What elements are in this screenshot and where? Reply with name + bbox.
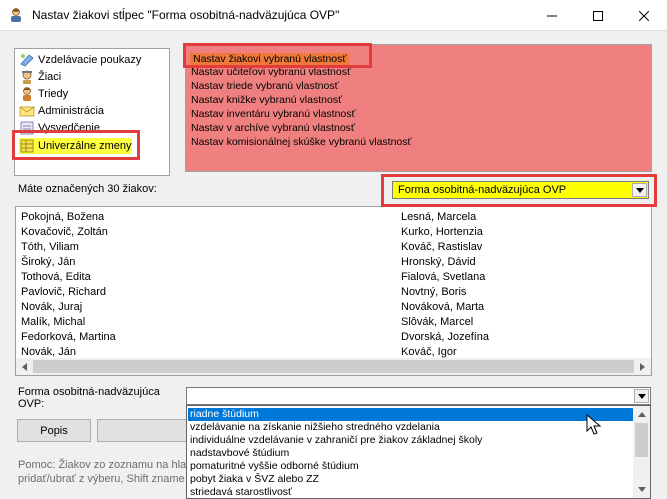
classes-icon	[19, 86, 35, 102]
chevron-up-icon	[637, 412, 646, 417]
scroll-down-button[interactable]	[633, 481, 650, 498]
action-item-class[interactable]: Nastav triede vybranú vlastnosť	[191, 80, 339, 93]
list-item[interactable]: Tóth, Viliam	[21, 240, 79, 255]
horizontal-scrollbar[interactable]	[16, 358, 651, 375]
actions-list: Nastav žiakovi vybranú vlastnosť Nastav …	[185, 44, 652, 172]
scroll-left-button[interactable]	[16, 358, 33, 375]
minimize-icon	[547, 15, 557, 16]
list-item[interactable]: Dvorská, Jozefína	[401, 330, 489, 345]
list-item[interactable]: Novtný, Boris	[401, 285, 466, 300]
field-select[interactable]: Forma osobitná-nadväzujúca OVP	[392, 181, 649, 199]
chevron-right-icon	[640, 362, 645, 371]
envelope-icon	[19, 103, 35, 119]
window-title: Nastav žiakovi stĺpec "Forma osobitná-na…	[32, 8, 340, 22]
describe-button[interactable]: Popis	[17, 419, 91, 442]
list-item[interactable]: Lesná, Marcela	[401, 210, 476, 225]
list-item[interactable]: Fedorková, Martina	[21, 330, 116, 345]
ovp-dropdown-button[interactable]	[634, 389, 649, 403]
nav-item-classes[interactable]: Triedy	[19, 86, 68, 102]
ovp-options-list: riadne štúdium vzdelávanie na získanie n…	[186, 405, 651, 499]
title-bar: Nastav žiakovi stĺpec "Forma osobitná-na…	[0, 0, 667, 31]
list-item[interactable]: Fialová, Svetlana	[401, 270, 485, 285]
ovp-option[interactable]: nadstavbové štúdium	[188, 447, 289, 460]
nav-item-label: Univerzálne zmeny	[38, 140, 132, 152]
nav-item-vouchers[interactable]: Vzdelávacie poukazy	[19, 52, 141, 68]
maximize-button[interactable]	[575, 0, 621, 31]
list-item[interactable]: Kováč, Rastislav	[401, 240, 482, 255]
nav-item-label: Žiaci	[38, 71, 62, 83]
chevron-left-icon	[22, 362, 27, 371]
list-item[interactable]: Hronský, Dávid	[401, 255, 476, 270]
chevron-down-icon	[637, 393, 646, 399]
help-line-1: Pomoc: Žiakov zo zoznamu na hla	[18, 459, 187, 471]
list-item[interactable]: Kurko, Hortenzia	[401, 225, 483, 240]
universal-changes-icon	[19, 138, 35, 154]
selected-count-label: Máte označených 30 žiakov:	[18, 183, 157, 195]
nav-item-label: Vysvedčenie	[38, 122, 100, 134]
ovp-option[interactable]: individuálne vzdelávanie v zahraničí pre…	[188, 434, 482, 447]
list-item[interactable]: Slôvák, Marcel	[401, 315, 473, 330]
secondary-button[interactable]	[97, 419, 197, 442]
ovp-option[interactable]: riadne štúdium	[188, 408, 634, 421]
scrollbar-thumb[interactable]	[33, 360, 634, 373]
list-item[interactable]: Pavlovič, Richard	[21, 285, 106, 300]
nav-item-administration[interactable]: Administrácia	[19, 103, 104, 119]
help-line-2: pridať/ubrať z výberu, Shift zname	[18, 473, 185, 485]
voucher-icon	[19, 52, 35, 68]
action-item-exam[interactable]: Nastav komisionálnej skúške vybranú vlas…	[191, 136, 411, 149]
students-list: Pokojná, Božena Kovačovič, Zoltán Tóth, …	[15, 206, 652, 376]
vertical-scrollbar[interactable]	[633, 406, 650, 498]
nav-item-label: Triedy	[38, 88, 69, 100]
list-item[interactable]: Tothová, Edita	[21, 270, 91, 285]
action-item-archive[interactable]: Nastav v archíve vybranú vlastnosť	[191, 122, 355, 135]
ovp-combobox[interactable]	[186, 387, 651, 405]
chevron-down-icon	[635, 187, 644, 193]
nav-item-label: Administrácia	[38, 105, 105, 117]
action-item-book[interactable]: Nastav knižke vybranú vlastnosť	[191, 94, 342, 107]
minimize-button[interactable]	[529, 0, 575, 31]
action-item-student[interactable]: Nastav žiakovi vybranú vlastnosť	[190, 53, 350, 66]
close-icon	[639, 10, 649, 21]
ovp-option[interactable]: vzdelávanie na získanie nižšieho stredné…	[188, 421, 440, 434]
scroll-right-button[interactable]	[634, 358, 651, 375]
mouse-cursor-icon	[586, 413, 602, 436]
chevron-down-icon	[637, 487, 646, 492]
field-select-value: Forma osobitná-nadväzujúca OVP	[398, 184, 567, 196]
list-item[interactable]: Široký, Ján	[21, 255, 75, 270]
list-item[interactable]: Kovačovič, Zoltán	[21, 225, 108, 240]
list-item[interactable]: Nováková, Marta	[401, 300, 484, 315]
list-item[interactable]: Novák, Juraj	[21, 300, 82, 315]
ovp-option[interactable]: pobyt žiaka v ŠVZ alebo ZZ	[188, 473, 319, 486]
students-icon	[19, 69, 35, 85]
scroll-up-button[interactable]	[633, 406, 650, 423]
action-item-teacher[interactable]: Nastav učiteľovi vybranú vlastnosť	[191, 66, 351, 79]
nav-item-students[interactable]: Žiaci	[19, 69, 61, 85]
maximize-icon	[593, 10, 603, 21]
scrollbar-thumb[interactable]	[635, 423, 648, 457]
module-list: Vzdelávacie poukazy Žiaci Triedy Adminis…	[14, 48, 170, 176]
field-select-dropdown-button[interactable]	[632, 183, 647, 197]
nav-item-label: Vzdelávacie poukazy	[38, 54, 142, 66]
nav-item-certificate[interactable]: Vysvedčenie	[19, 120, 100, 136]
teacher-icon	[8, 7, 24, 23]
action-item-inventory[interactable]: Nastav inventáru vybranú vlastnosť	[191, 108, 355, 121]
help-text: Pomoc: Žiakov zo zoznamu na hla pridať/u…	[18, 458, 186, 486]
close-button[interactable]	[621, 0, 667, 31]
ovp-option[interactable]: striedavá starostlivosť	[188, 486, 292, 498]
certificate-icon	[19, 120, 35, 136]
nav-item-universal-changes[interactable]: Univerzálne zmeny	[19, 138, 132, 154]
ovp-field-label: Forma osobitná-nadväzujúca OVP:	[18, 386, 160, 410]
list-item[interactable]: Pokojná, Božena	[21, 210, 104, 225]
ovp-option[interactable]: pomaturitné vyššie odborné štúdium	[188, 460, 359, 473]
list-item[interactable]: Malík, Michal	[21, 315, 85, 330]
